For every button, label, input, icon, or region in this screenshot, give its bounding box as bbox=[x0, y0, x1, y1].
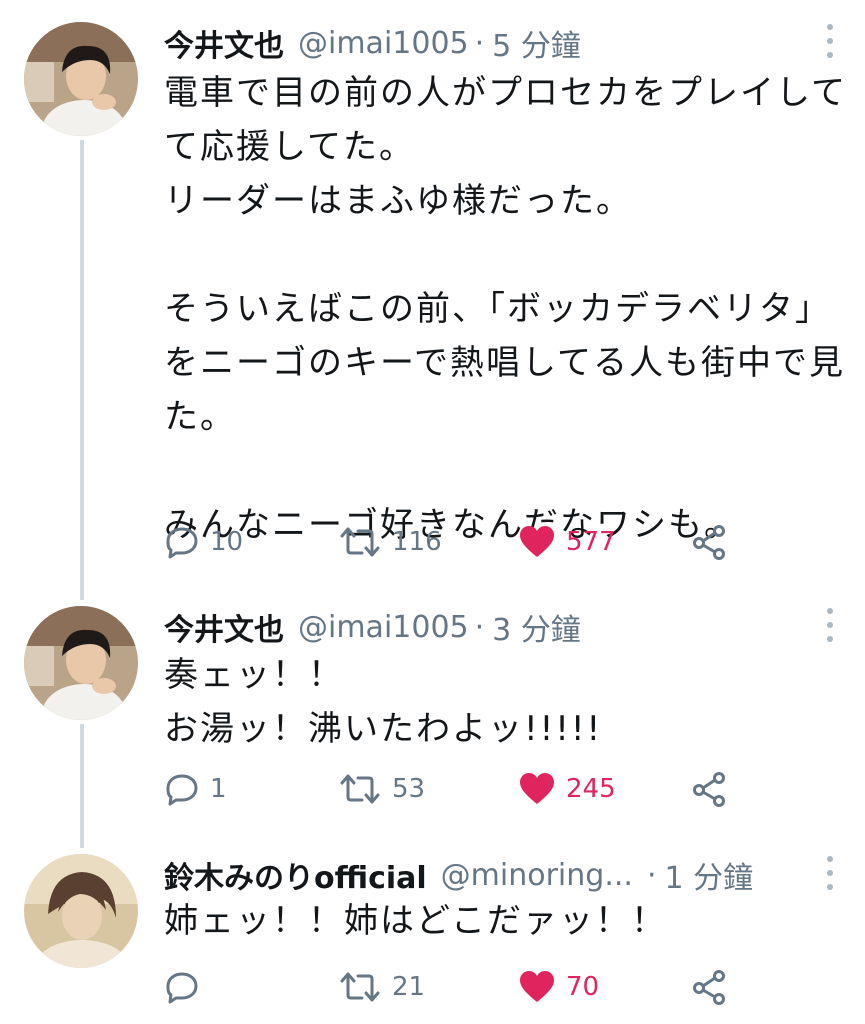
reply-button[interactable]: 1 bbox=[164, 767, 227, 811]
tweet-line bbox=[164, 444, 845, 498]
more-vertical-icon[interactable] bbox=[823, 24, 837, 58]
tweet-line: そういえばこの前、「ボッカデラベリタ」 bbox=[164, 289, 831, 329]
timestamp[interactable]: 1 分鐘 bbox=[664, 853, 753, 897]
tweet-line: 姉ェッ！！姉はどこだァッ！！ bbox=[164, 901, 667, 941]
retweet-count: 21 bbox=[392, 972, 426, 1002]
tweet-line: た。 bbox=[164, 397, 236, 437]
tweet-line: て応援してた。 bbox=[164, 127, 415, 167]
share-icon bbox=[693, 525, 725, 560]
retweet-count: 53 bbox=[392, 774, 426, 804]
retweet-button[interactable]: 21 bbox=[338, 965, 425, 1009]
like-button[interactable]: 577 bbox=[518, 520, 616, 564]
heart-icon bbox=[520, 773, 554, 804]
tweet-header: 今井文也 @imai1005 · 5 分鐘 bbox=[164, 22, 865, 64]
share-icon bbox=[693, 970, 725, 1005]
share-button[interactable] bbox=[692, 520, 728, 564]
like-button[interactable]: 70 bbox=[518, 965, 599, 1009]
like-button[interactable]: 245 bbox=[518, 767, 616, 811]
like-count: 245 bbox=[566, 774, 616, 804]
more-vertical-icon[interactable] bbox=[823, 856, 837, 890]
tweet-line: 奏ェッ！！ bbox=[164, 655, 344, 695]
separator: · bbox=[646, 857, 657, 893]
retweet-icon bbox=[340, 972, 380, 1002]
reply-icon bbox=[166, 527, 198, 559]
author-name[interactable]: 今井文也 bbox=[164, 21, 284, 65]
tweet-header: 今井文也 @imai1005 · 3 分鐘 bbox=[164, 606, 865, 648]
author-handle[interactable]: @imai1005 bbox=[298, 610, 469, 645]
reply-button[interactable] bbox=[164, 965, 200, 1009]
reply-count: 10 bbox=[210, 527, 244, 557]
author-name[interactable]: 今井文也 bbox=[164, 605, 284, 649]
heart-icon bbox=[520, 526, 554, 557]
timestamp[interactable]: 5 分鐘 bbox=[492, 21, 581, 65]
reply-button[interactable]: 10 bbox=[164, 520, 243, 564]
tweet-line bbox=[164, 228, 845, 282]
like-count: 70 bbox=[566, 972, 600, 1002]
tweet-line: お湯ッ！沸いたわよッ!!!!! bbox=[164, 709, 603, 749]
tweet-actions: 21 70 bbox=[0, 965, 865, 1009]
share-button[interactable] bbox=[692, 965, 728, 1009]
tweet-line: 電車で目の前の人がプロセカをプレイして bbox=[164, 73, 847, 113]
reply-icon bbox=[166, 774, 198, 806]
reply-count: 1 bbox=[210, 774, 227, 804]
tweet-line: をニーゴのキーで熱唱してる人も街中で見 bbox=[164, 343, 845, 383]
separator: · bbox=[474, 25, 485, 61]
avatar[interactable] bbox=[24, 606, 138, 720]
author-handle[interactable]: @imai1005 bbox=[298, 26, 469, 61]
tweet-text: 奏ェッ！！ お湯ッ！沸いたわよッ!!!!! bbox=[164, 648, 845, 756]
heart-icon bbox=[520, 971, 554, 1002]
tweet-text: 姉ェッ！！姉はどこだァッ！！ bbox=[164, 894, 845, 948]
more-vertical-icon[interactable] bbox=[823, 608, 837, 642]
like-count: 577 bbox=[566, 527, 616, 557]
timestamp[interactable]: 3 分鐘 bbox=[492, 605, 581, 649]
author-handle[interactable]: @minoring... bbox=[441, 858, 633, 893]
separator: · bbox=[474, 609, 485, 645]
reply-icon bbox=[166, 972, 198, 1004]
retweet-icon bbox=[340, 774, 380, 804]
retweet-icon bbox=[340, 527, 380, 557]
author-name[interactable]: 鈴木みのりofficial bbox=[164, 853, 427, 897]
share-icon bbox=[693, 772, 725, 807]
avatar[interactable] bbox=[24, 854, 138, 968]
tweet-actions: 1 53 245 bbox=[0, 767, 865, 811]
avatar[interactable] bbox=[24, 22, 138, 136]
tweet-text: 電車で目の前の人がプロセカをプレイして て応援してた。 リーダーはまふゆ様だった… bbox=[164, 66, 845, 552]
tweet-actions: 10 116 577 bbox=[0, 520, 865, 564]
retweet-count: 116 bbox=[392, 527, 442, 557]
tweet-header: 鈴木みのりofficial @minoring... · 1 分鐘 bbox=[164, 854, 865, 896]
retweet-button[interactable]: 116 bbox=[338, 520, 442, 564]
share-button[interactable] bbox=[692, 767, 728, 811]
tweet-line: リーダーはまふゆ様だった。 bbox=[164, 181, 632, 221]
retweet-button[interactable]: 53 bbox=[338, 767, 425, 811]
